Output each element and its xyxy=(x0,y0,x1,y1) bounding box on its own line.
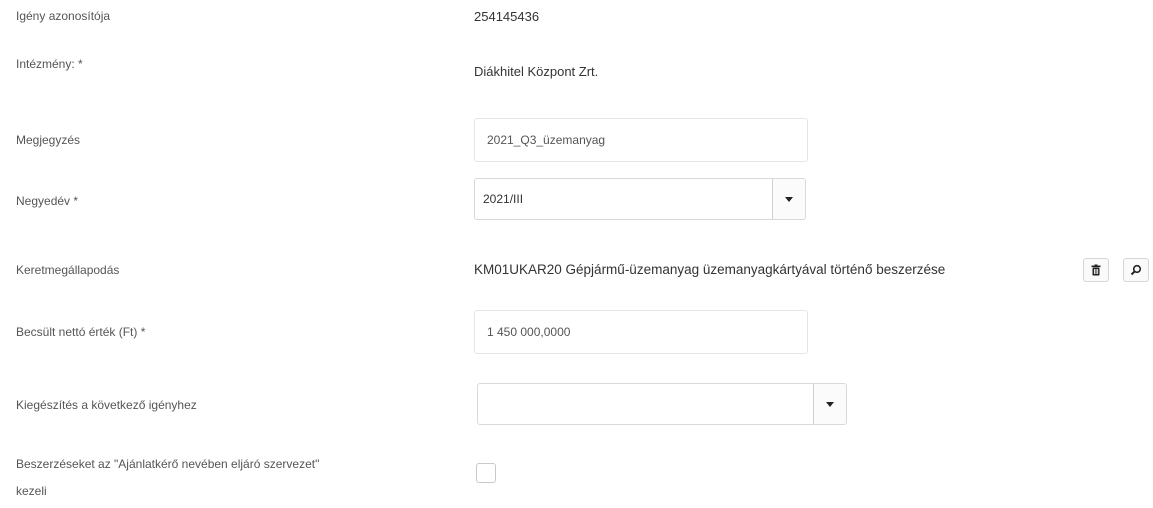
supplement-selected-value xyxy=(478,384,813,424)
quarter-selected-value: 2021/III xyxy=(483,192,524,206)
search-icon xyxy=(1130,264,1142,276)
supplement-dropdown-button[interactable] xyxy=(813,384,846,424)
handled-by-org-checkbox[interactable] xyxy=(476,463,496,483)
handled-by-org-label-line2: kezeli xyxy=(16,484,47,498)
chevron-down-icon xyxy=(785,196,793,202)
supplement-select[interactable] xyxy=(477,383,847,425)
institution-value: Diákhitel Központ Zrt. xyxy=(474,64,599,79)
net-value-label: Becsült nettó érték (Ft) * xyxy=(16,325,146,339)
supplement-label: Kiegészítés a következő igényhez xyxy=(16,398,197,412)
handled-by-org-label-line1: Beszerzéseket az "Ajánlatkérő nevében el… xyxy=(16,457,320,471)
quarter-dropdown-button[interactable] xyxy=(772,179,805,219)
framework-value: KM01UKAR20 Gépjármű-üzemanyag üzemanyagk… xyxy=(474,262,946,277)
search-framework-button[interactable] xyxy=(1123,258,1149,282)
chevron-down-icon xyxy=(826,401,834,407)
note-label: Megjegyzés xyxy=(16,133,81,147)
request-id-value: 254145436 xyxy=(474,9,540,24)
request-id-label: Igény azonosítója xyxy=(16,9,111,23)
quarter-select[interactable]: 2021/III xyxy=(474,178,806,220)
note-input[interactable]: 2021_Q3_üzemanyag xyxy=(474,118,808,162)
framework-label: Keretmegállapodás xyxy=(16,263,120,277)
quarter-label: Negyedév * xyxy=(16,194,79,208)
net-value-input[interactable]: 1 450 000,0000 xyxy=(474,310,808,354)
trash-icon xyxy=(1091,264,1101,276)
delete-framework-button[interactable] xyxy=(1083,258,1109,282)
institution-label: Intézmény: * xyxy=(16,57,83,71)
